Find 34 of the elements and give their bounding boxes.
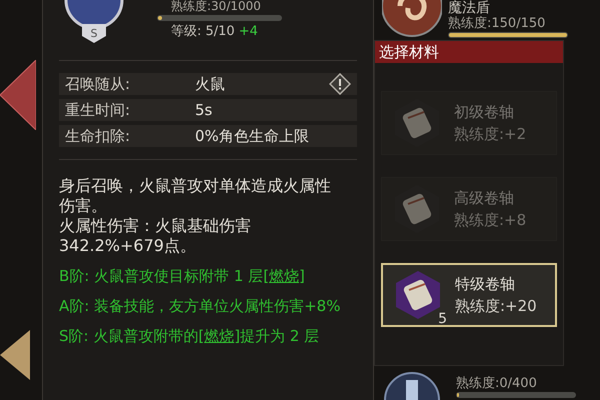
left-arrow-icon[interactable] [0,60,36,130]
proficiency-text: 熟练度:+8 [454,211,526,229]
left-arrow-icon[interactable] [0,330,30,380]
item-name: 高级卷轴 [454,189,515,207]
attribute-label: 重生时间: [65,100,132,121]
skill-description: 火属性伤害：火鼠基础伤害342.2%+679点。 [59,216,252,256]
level-text: 等级: 5/10 [171,23,235,41]
upgrade-description: A阶: 装备技能，友方单位火属性伤害+8% [59,296,342,316]
scroll-icon [395,270,441,320]
proficiency-text: 熟练度:+20 [455,297,537,315]
panel-header: 选择材料 [375,41,563,63]
proficiency-text: 熟练度:0/400 [456,376,538,392]
upgrade-description: B阶: 火鼠普攻使目标附带 1 层[燃烧] [59,266,306,286]
level-bonus-text: +4 [238,23,258,41]
attribute-value: 5s [195,100,214,121]
attribute-value: 0%角色生命上限 [195,126,310,147]
material-item[interactable]: 5 特级卷轴 熟练度:+20 [381,263,557,327]
tower-emblem-icon [384,370,440,400]
proficiency-text: 熟练度:+2 [454,125,526,143]
item-count: 5 [438,312,447,326]
item-name: 魔法盾 [448,0,491,16]
burn-link[interactable]: 燃烧 [269,267,300,285]
proficiency-text: 熟练度:30/1000 [170,0,262,13]
info-icon[interactable] [329,73,351,95]
item-name: 特级卷轴 [455,275,516,293]
attribute-label: 生命扣除: [65,126,132,147]
upgrade-description: S阶: 火鼠普攻附带的[燃烧]提升为 2 层 [59,326,320,346]
spiral-emblem-icon [382,0,442,38]
attribute-label: 召唤随从: [65,74,132,95]
attribute-value: 火鼠 [195,74,226,95]
item-name: 初级卷轴 [454,103,515,121]
skill-description: 身后召唤，火鼠普攻对单体造成火属性伤害。 [59,176,332,216]
proficiency-text: 熟练度:150/150 [448,16,546,32]
burn-link[interactable]: 燃烧 [204,327,234,345]
